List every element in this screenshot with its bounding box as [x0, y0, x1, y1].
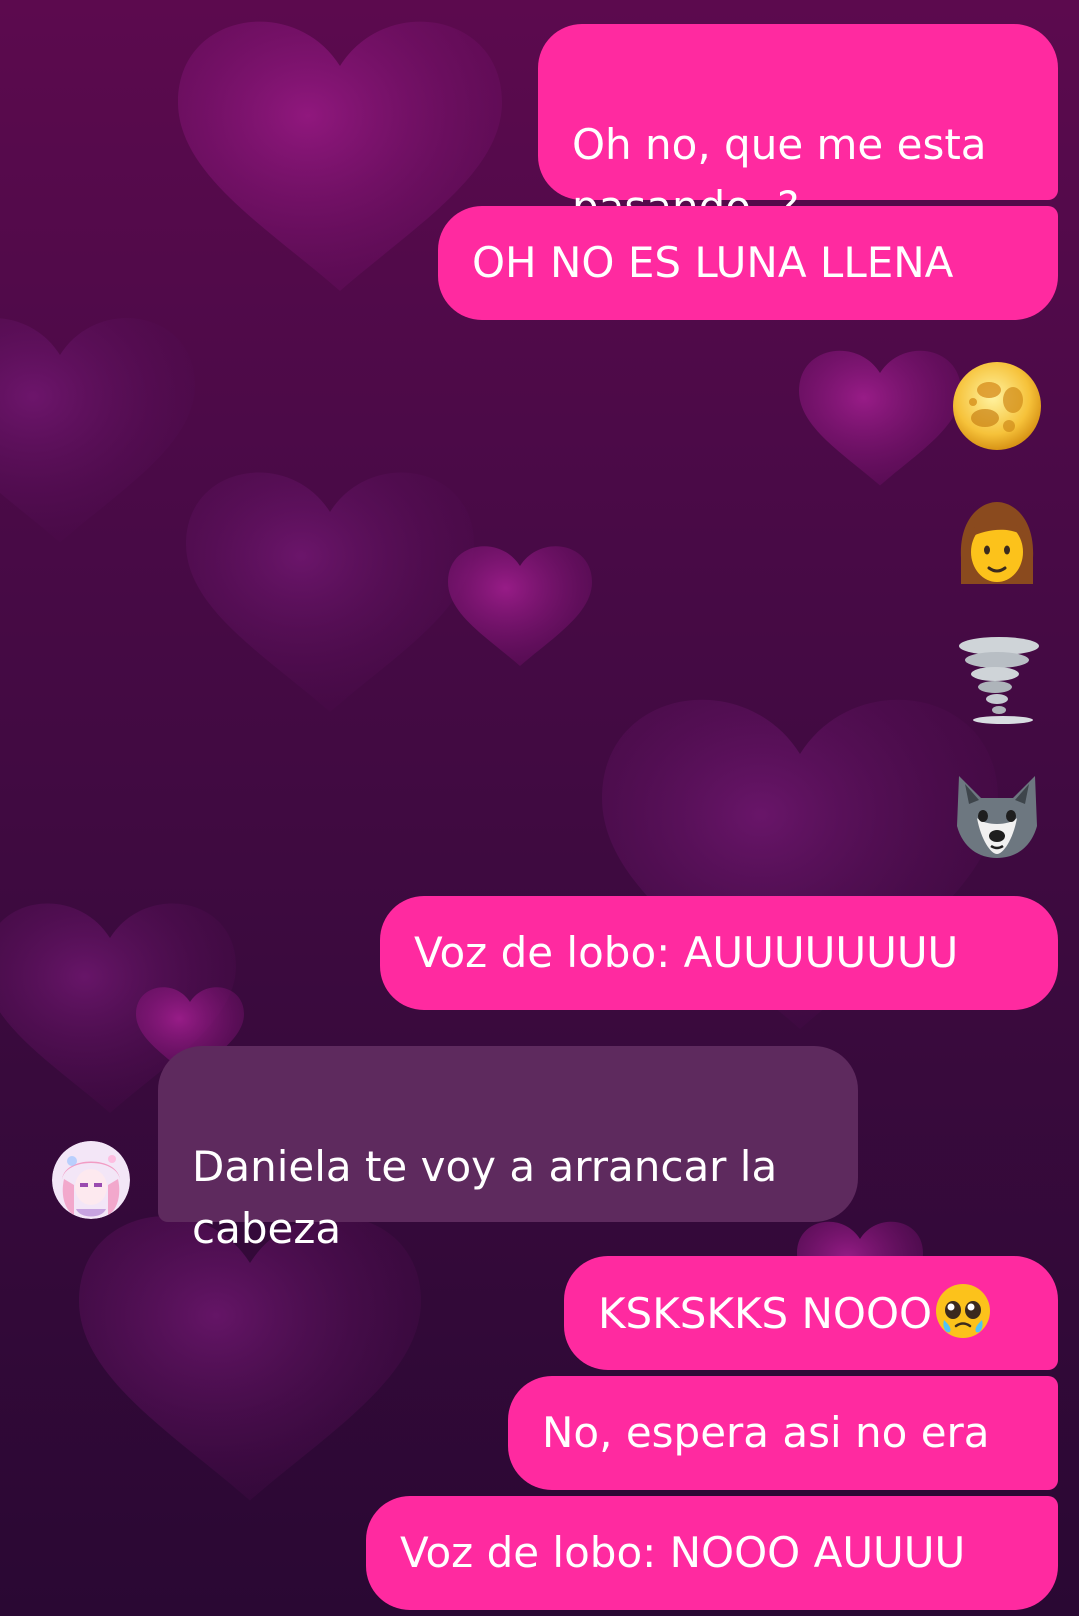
avatar[interactable]	[52, 1141, 130, 1219]
avatar-image	[52, 1141, 130, 1219]
outgoing-message[interactable]: OH NO ES LUNA LLENA	[438, 206, 1058, 320]
emoji-message[interactable]	[951, 634, 1043, 726]
outgoing-message[interactable]: No, espera asi no era	[508, 1376, 1058, 1490]
pleading-face-with-tear-icon	[936, 1284, 991, 1338]
message-text: Voz de lobo: NOOO AUUUU	[400, 1528, 966, 1577]
message-text: KSKSKKS NOOO	[598, 1289, 933, 1338]
outgoing-message[interactable]: KSKSKKS NOOO	[564, 1256, 1058, 1370]
woman-icon	[960, 502, 1034, 584]
incoming-message[interactable]: Daniela te voy a arrancar la cabeza	[158, 1046, 858, 1253]
message-text: Voz de lobo: AUUUUUUUU	[414, 928, 959, 977]
emoji-message[interactable]	[951, 770, 1043, 862]
wolf-icon	[957, 776, 1037, 858]
tornado-icon	[959, 637, 1039, 724]
chat-thread: Oh no, que me esta pasando..? OH NO ES L…	[0, 0, 1079, 1616]
emoji-message[interactable]	[951, 360, 1043, 452]
outgoing-message[interactable]: Voz de lobo: NOOO AUUUU	[366, 1496, 1058, 1610]
emoji-message[interactable]	[951, 498, 1043, 590]
message-text: OH NO ES LUNA LLENA	[472, 238, 954, 287]
message-text: No, espera asi no era	[542, 1408, 990, 1457]
outgoing-message[interactable]: Voz de lobo: AUUUUUUUU	[380, 896, 1058, 1010]
full-moon-icon	[953, 362, 1041, 450]
outgoing-message[interactable]: Oh no, que me esta pasando..?	[538, 24, 1058, 231]
message-text: Daniela te voy a arrancar la cabeza	[192, 1142, 778, 1253]
